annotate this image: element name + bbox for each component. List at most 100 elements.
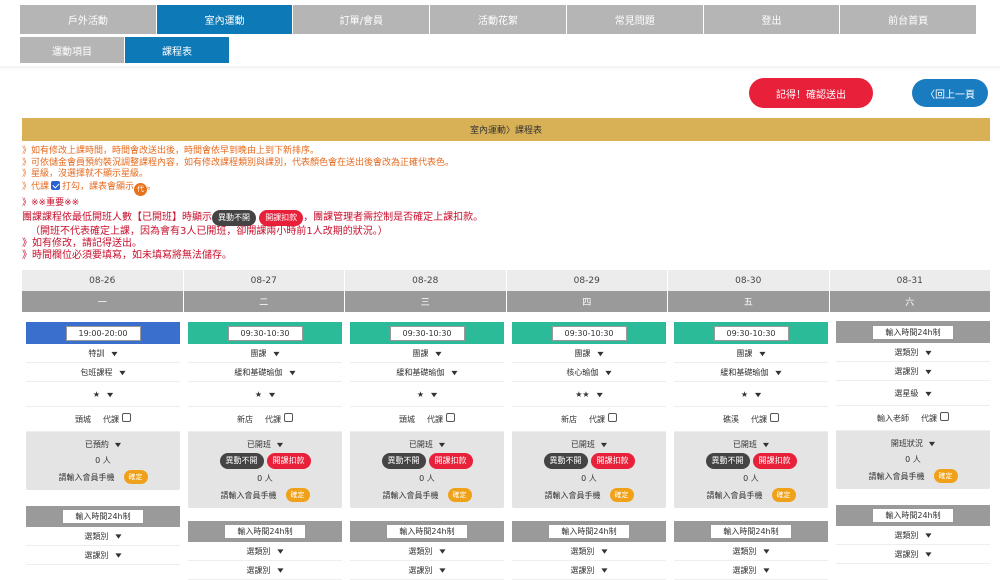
change-not-open-button[interactable]: 異動不開	[543, 453, 588, 469]
nav-item[interactable]: 活動花絮	[430, 5, 567, 34]
member-phone-input[interactable]: 請輸入會員手機	[221, 490, 277, 501]
substitute-checkbox[interactable]	[940, 412, 949, 421]
back-button[interactable]: 〈回上一頁	[912, 79, 988, 107]
time-input[interactable]: 輸入時間24h制	[872, 508, 954, 523]
substitute-checkbox[interactable]	[446, 413, 455, 422]
confirm-button[interactable]: 確定	[609, 488, 634, 502]
substitute-toggle[interactable]: 代課	[921, 412, 949, 424]
status-select[interactable]: 已預約 ▼	[26, 436, 180, 452]
course-select[interactable]: 選課別 ▼	[26, 546, 180, 565]
sub-nav: 運動項目 課程表	[20, 37, 230, 63]
type-select[interactable]: 選類別 ▼	[836, 526, 990, 545]
course-select[interactable]: 選課別 ▼	[836, 545, 990, 564]
type-select[interactable]: 選類別 ▼	[512, 542, 666, 561]
time-input[interactable]: 09:30-10:30	[551, 325, 627, 341]
time-input[interactable]: 輸入時間24h制	[224, 524, 306, 539]
charge-button[interactable]: 開課扣款	[266, 453, 311, 469]
star-select[interactable]: 選星級 ▼	[836, 381, 990, 406]
member-phone-input[interactable]: 請輸入會員手機	[545, 490, 601, 501]
type-select[interactable]: 團課 ▼	[350, 344, 504, 363]
action-pills: 異動不開 開課扣款	[350, 452, 504, 470]
type-select[interactable]: 選類別 ▼	[674, 542, 828, 561]
change-not-open-button[interactable]: 異動不開	[705, 453, 750, 469]
type-select[interactable]: 選類別 ▼	[188, 542, 342, 561]
location-input[interactable]: 新店	[237, 414, 253, 425]
nav-item[interactable]: 戶外活動	[20, 5, 157, 34]
type-select[interactable]: 團課 ▼	[188, 344, 342, 363]
substitute-toggle[interactable]: 代課	[427, 413, 455, 425]
time-input[interactable]: 輸入時間24h制	[872, 324, 954, 340]
notes: 》如有修改上課時間，時間會改送出後，時間會依早到晚由上到下新排序。 》可依儲金會…	[22, 146, 990, 262]
type-select[interactable]: 選類別 ▼	[836, 343, 990, 362]
status-select[interactable]: 開班狀況 ▼	[836, 435, 990, 451]
star-select[interactable]: ★ ▼	[674, 382, 828, 407]
time-input[interactable]: 輸入時間24h制	[62, 509, 144, 524]
member-phone-input[interactable]: 請輸入會員手機	[869, 471, 925, 482]
substitute-toggle[interactable]: 代課	[589, 413, 617, 425]
substitute-toggle[interactable]: 代課	[265, 413, 293, 425]
time-input[interactable]: 19:00-20:00	[65, 325, 141, 341]
star-select[interactable]: ★ ▼	[188, 382, 342, 407]
confirm-button[interactable]: 確定	[771, 488, 796, 502]
member-phone-input[interactable]: 請輸入會員手機	[383, 490, 439, 501]
nav-item[interactable]: 訂單/會員	[293, 5, 431, 34]
confirm-button[interactable]: 確定	[285, 488, 310, 502]
type-select[interactable]: 選類別 ▼	[26, 527, 180, 546]
charge-button[interactable]: 開課扣款	[428, 453, 473, 469]
status-select[interactable]: 已開班 ▼	[674, 436, 828, 452]
charge-button[interactable]: 開課扣款	[590, 453, 635, 469]
nav-item[interactable]: 登出	[703, 5, 841, 34]
substitute-checkbox[interactable]	[608, 413, 617, 422]
member-phone-input[interactable]: 請輸入會員手機	[59, 472, 115, 483]
course-select[interactable]: 選課別 ▼	[836, 362, 990, 381]
substitute-toggle[interactable]: 代課	[751, 413, 779, 425]
time-input[interactable]: 09:30-10:30	[389, 325, 465, 341]
course-select[interactable]: 緩和基礎瑜伽 ▼	[674, 363, 828, 382]
location-input[interactable]: 輸入老師	[877, 413, 909, 424]
substitute-toggle[interactable]: 代課	[103, 413, 131, 425]
time-input[interactable]: 輸入時間24h制	[710, 524, 792, 539]
star-select[interactable]: ★ ▼	[26, 382, 180, 407]
member-row: 請輸入會員手機 確定	[26, 468, 180, 486]
nav-item[interactable]: 前台首頁	[840, 5, 978, 34]
course-select[interactable]: 緩和基礎瑜伽 ▼	[350, 363, 504, 382]
nav-item[interactable]: 室內運動	[156, 5, 294, 34]
time-input[interactable]: 輸入時間24h制	[386, 524, 468, 539]
day-column: 08-27 二	[183, 270, 344, 312]
location-input[interactable]: 礁溪	[723, 414, 739, 425]
charge-button[interactable]: 開課扣款	[752, 453, 797, 469]
confirm-button[interactable]: 確定	[933, 469, 958, 483]
location-input[interactable]: 新店	[561, 414, 577, 425]
star-select[interactable]: ★ ▼	[350, 382, 504, 407]
time-input[interactable]: 09:30-10:30	[713, 325, 789, 341]
star-select[interactable]: ★★ ▼	[512, 382, 666, 407]
member-phone-input[interactable]: 請輸入會員手機	[707, 490, 763, 501]
enrolled-count: 0 人	[257, 473, 273, 483]
confirm-button[interactable]: 確定	[123, 470, 148, 484]
location-input[interactable]: 頭城	[399, 414, 415, 425]
subnav-item[interactable]: 運動項目	[20, 37, 124, 63]
status-select[interactable]: 已開班 ▼	[188, 436, 342, 452]
type-select[interactable]: 團課 ▼	[512, 344, 666, 363]
course-select[interactable]: 包班課程 ▼	[26, 363, 180, 382]
substitute-checkbox[interactable]	[122, 413, 131, 422]
course-select[interactable]: 緩和基礎瑜伽 ▼	[188, 363, 342, 382]
change-not-open-button[interactable]: 異動不開	[219, 453, 264, 469]
type-select[interactable]: 選類別 ▼	[350, 542, 504, 561]
course-value: 選課別	[894, 366, 919, 376]
substitute-checkbox[interactable]	[770, 413, 779, 422]
status-select[interactable]: 已開班 ▼	[512, 436, 666, 452]
time-input[interactable]: 輸入時間24h制	[548, 524, 630, 539]
course-select[interactable]: 核心瑜伽 ▼	[512, 363, 666, 382]
nav-item[interactable]: 常見問題	[566, 5, 704, 34]
time-input[interactable]: 09:30-10:30	[227, 325, 303, 341]
confirm-submit-button[interactable]: 記得！確認送出	[749, 78, 873, 108]
type-select[interactable]: 特訓 ▼	[26, 344, 180, 363]
status-select[interactable]: 已開班 ▼	[350, 436, 504, 452]
change-not-open-button[interactable]: 異動不開	[381, 453, 426, 469]
subnav-item[interactable]: 課程表	[125, 37, 229, 63]
substitute-checkbox[interactable]	[284, 413, 293, 422]
type-select[interactable]: 團課 ▼	[674, 344, 828, 363]
location-input[interactable]: 頭城	[75, 414, 91, 425]
confirm-button[interactable]: 確定	[447, 488, 472, 502]
